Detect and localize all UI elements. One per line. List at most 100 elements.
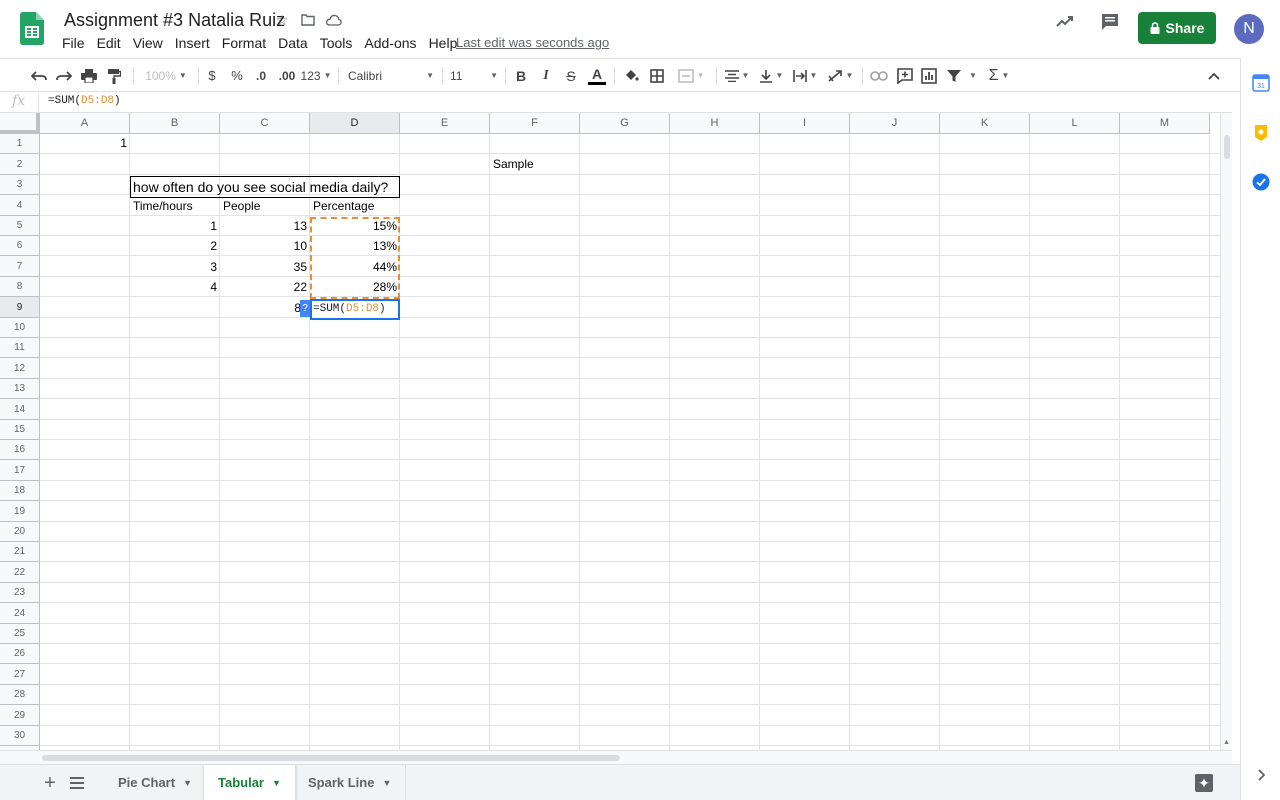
cell-c6[interactable]: 10 — [220, 237, 310, 256]
insert-chart-icon[interactable] — [918, 59, 940, 92]
sheet-tab-pie-chart[interactable]: Pie Chart ▼ — [104, 765, 207, 800]
menu-view[interactable]: View — [127, 34, 169, 52]
row-header-9[interactable]: 9 — [0, 297, 40, 318]
formula-input[interactable]: =SUM(D5:D8) — [48, 95, 121, 107]
cloud-status-icon[interactable] — [326, 12, 342, 28]
document-title[interactable]: Assignment #3 Natalia Ruiz — [64, 10, 285, 31]
bold-button[interactable]: B — [512, 59, 530, 92]
calendar-icon[interactable]: 31 — [1248, 70, 1274, 96]
row-header-21[interactable]: 21 — [0, 542, 40, 562]
header-time-hours[interactable]: Time/hours — [130, 197, 220, 216]
horizontal-scroll-thumb[interactable] — [42, 755, 620, 761]
cell-c7[interactable]: 35 — [220, 258, 310, 277]
column-header-e[interactable]: E — [400, 113, 490, 134]
menu-data[interactable]: Data — [272, 34, 314, 52]
scroll-up-icon[interactable]: ▲ — [1223, 739, 1230, 746]
undo-icon[interactable] — [28, 59, 50, 92]
formula-help-icon[interactable]: ? — [300, 300, 310, 317]
row-header-4[interactable]: 4 — [0, 195, 40, 216]
column-header-a[interactable]: A — [40, 113, 130, 134]
cell-c9[interactable]: 8 — [220, 299, 304, 318]
row-header-29[interactable]: 29 — [0, 705, 40, 726]
menu-edit[interactable]: Edit — [91, 34, 127, 52]
account-avatar[interactable]: N — [1234, 14, 1264, 44]
row-header-27[interactable]: 27 — [0, 664, 40, 685]
insert-link-icon[interactable] — [868, 59, 890, 92]
row-header-1[interactable]: 1 — [0, 134, 40, 154]
row-header-26[interactable]: 26 — [0, 644, 40, 664]
add-sheet-icon[interactable]: + — [38, 771, 62, 795]
column-header-k[interactable]: K — [940, 113, 1030, 134]
column-header-c[interactable]: C — [220, 113, 310, 134]
row-header-28[interactable]: 28 — [0, 685, 40, 705]
redo-icon[interactable] — [53, 59, 75, 92]
borders-icon[interactable] — [646, 59, 668, 92]
row-header-2[interactable]: 2 — [0, 154, 40, 175]
last-edit-link[interactable]: Last edit was seconds ago — [456, 34, 609, 52]
row-header-18[interactable]: 18 — [0, 481, 40, 501]
vertical-scrollbar[interactable]: ▲ ▼ — [1220, 113, 1232, 756]
row-header-22[interactable]: 22 — [0, 562, 40, 583]
row-header-8[interactable]: 8 — [0, 277, 40, 297]
menu-file[interactable]: File — [56, 34, 91, 52]
row-header-14[interactable]: 14 — [0, 399, 40, 420]
functions-icon[interactable]: Σ ▼ — [984, 59, 1014, 92]
percent-format-button[interactable]: % — [228, 59, 246, 92]
row-header-3[interactable]: 3 — [0, 175, 40, 195]
cell-f2[interactable]: Sample — [490, 155, 580, 174]
activity-dashboard-icon[interactable] — [1055, 12, 1075, 37]
sheet-tab-spark-line[interactable]: Spark Line ▼ — [294, 765, 407, 800]
all-sheets-list-icon[interactable] — [65, 771, 89, 795]
row-header-23[interactable]: 23 — [0, 583, 40, 603]
paint-format-icon[interactable] — [103, 59, 125, 92]
row-header-16[interactable]: 16 — [0, 440, 40, 460]
menu-add-ons[interactable]: Add-ons — [358, 34, 422, 52]
cell-b7[interactable]: 3 — [130, 258, 220, 277]
share-button[interactable]: Share — [1138, 12, 1216, 44]
column-header-d[interactable]: D — [310, 113, 400, 134]
horizontal-align-icon[interactable]: ▼ — [722, 59, 752, 92]
italic-button[interactable]: I — [537, 59, 555, 92]
font-family-select[interactable]: Calibri ▼ — [348, 59, 434, 92]
text-color-button[interactable]: A — [587, 59, 607, 92]
column-header-i[interactable]: I — [760, 113, 850, 134]
cell-b5[interactable]: 1 — [130, 217, 220, 236]
zoom-select[interactable]: 100% ▼ — [140, 59, 192, 92]
row-header-24[interactable]: 24 — [0, 603, 40, 624]
strikethrough-button[interactable]: S — [562, 59, 580, 92]
explore-icon[interactable]: ✦ — [1195, 774, 1213, 792]
merge-cells-icon[interactable]: ▼ — [672, 59, 710, 92]
row-header-17[interactable]: 17 — [0, 460, 40, 481]
row-header-6[interactable]: 6 — [0, 236, 40, 256]
sheets-logo-icon[interactable] — [20, 12, 44, 45]
column-header-m[interactable]: M — [1120, 113, 1210, 134]
spreadsheet-grid[interactable]: ABCDEFGHIJKLM 1 2 3 4 5 6 7 8 9 10 11 12 13 14 15 16 17 1… — [0, 113, 1220, 750]
menu-format[interactable]: Format — [216, 34, 272, 52]
print-icon[interactable] — [78, 59, 100, 92]
text-rotation-icon[interactable]: ▼ — [824, 59, 856, 92]
currency-format-button[interactable]: $ — [204, 59, 220, 92]
row-header-20[interactable]: 20 — [0, 522, 40, 542]
comments-icon[interactable] — [1100, 12, 1120, 37]
cell-c5[interactable]: 13 — [220, 217, 310, 236]
row-header-15[interactable]: 15 — [0, 420, 40, 440]
vertical-align-icon[interactable]: ▼ — [756, 59, 786, 92]
menu-insert[interactable]: Insert — [169, 34, 216, 52]
row-header-10[interactable]: 10 — [0, 318, 40, 338]
increase-decimal-button[interactable]: .00 — [276, 59, 298, 92]
formula-bar[interactable]: fx =SUM(D5:D8) — [0, 92, 1232, 113]
column-header-b[interactable]: B — [130, 113, 220, 134]
column-header-f[interactable]: F — [490, 113, 580, 134]
keep-icon[interactable] — [1248, 120, 1274, 146]
star-icon[interactable]: ☆ — [274, 12, 290, 28]
font-size-select[interactable]: 11 ▼ — [450, 59, 498, 92]
tasks-icon[interactable] — [1248, 169, 1274, 195]
cell-b6[interactable]: 2 — [130, 237, 220, 256]
select-all-corner[interactable] — [0, 113, 40, 134]
row-header-5[interactable]: 5 — [0, 216, 40, 236]
column-header-g[interactable]: G — [580, 113, 670, 134]
column-header-l[interactable]: L — [1030, 113, 1120, 134]
row-header-30[interactable]: 30 — [0, 726, 40, 746]
cell-c8[interactable]: 22 — [220, 278, 310, 297]
text-wrapping-icon[interactable]: ▼ — [790, 59, 820, 92]
